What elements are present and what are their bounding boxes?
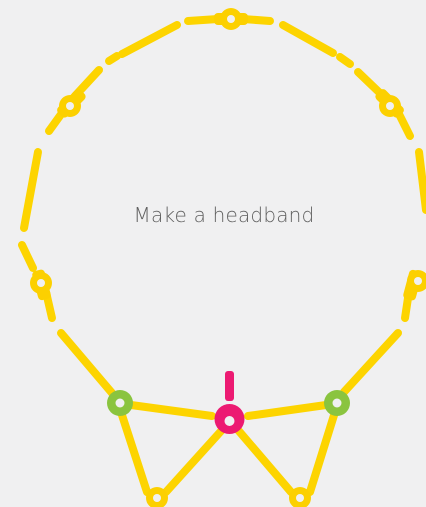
stick[interactable] (57, 329, 116, 397)
stick[interactable] (234, 426, 295, 496)
stick[interactable] (127, 401, 216, 420)
connector-green[interactable] (107, 390, 133, 416)
connector-yellow[interactable] (402, 269, 426, 301)
stick[interactable] (279, 21, 337, 57)
stick[interactable] (105, 52, 121, 65)
stick[interactable] (336, 53, 354, 68)
stick[interactable] (117, 408, 151, 496)
stick[interactable] (306, 408, 339, 496)
stick[interactable] (18, 241, 37, 272)
connector-yellow[interactable] (30, 269, 52, 301)
stick[interactable] (162, 426, 226, 496)
connector-yellow[interactable] (214, 8, 248, 30)
connector-yellow[interactable] (55, 87, 87, 119)
stick[interactable] (415, 148, 426, 214)
stick[interactable] (118, 21, 181, 58)
stick[interactable] (354, 68, 386, 99)
stick[interactable] (45, 109, 66, 135)
stick[interactable] (401, 294, 412, 322)
stick[interactable] (340, 329, 402, 396)
connector-pink[interactable] (214, 371, 245, 434)
headband-construction (18, 8, 426, 507)
stick[interactable] (244, 401, 330, 420)
game-stage: Make a headband (0, 0, 426, 507)
instruction-text: Make a headband (133, 203, 315, 227)
stick[interactable] (184, 15, 222, 25)
connector-green[interactable] (324, 390, 350, 416)
connector-yellow[interactable] (374, 87, 406, 119)
